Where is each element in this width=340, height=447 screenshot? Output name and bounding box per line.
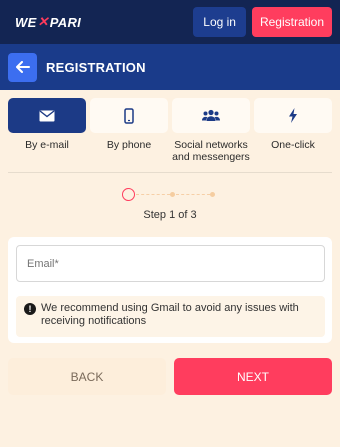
- envelope-icon: [39, 109, 55, 121]
- users-icon: [202, 109, 220, 121]
- step-connector-1: [136, 194, 170, 195]
- method-social[interactable]: Social networks and messengers: [172, 98, 250, 163]
- logo-x-icon: ✕: [37, 14, 49, 29]
- email-field[interactable]: [16, 245, 325, 282]
- method-email[interactable]: By e-mail: [8, 98, 86, 163]
- title-bar: REGISTRATION: [0, 44, 340, 90]
- method-social-label: Social networks and messengers: [172, 139, 250, 163]
- logo-text-pari: PARI: [49, 14, 82, 30]
- method-phone[interactable]: By phone: [90, 98, 168, 163]
- lightning-icon: [289, 108, 297, 123]
- top-bar: WE ✕ PARI Log in Registration: [0, 0, 340, 44]
- gmail-notice: ! We recommend using Gmail to avoid any …: [16, 296, 325, 337]
- logo[interactable]: WE ✕ PARI: [15, 14, 193, 30]
- step-3-dot: [210, 192, 215, 197]
- method-one-click-tile[interactable]: [254, 98, 332, 133]
- method-phone-tile[interactable]: [90, 98, 168, 133]
- back-arrow-button[interactable]: [8, 52, 37, 82]
- method-social-tile[interactable]: [172, 98, 250, 133]
- step-2-dot: [170, 192, 175, 197]
- login-button[interactable]: Log in: [193, 7, 246, 37]
- method-phone-label: By phone: [106, 139, 152, 151]
- method-email-tile[interactable]: [8, 98, 86, 133]
- method-one-click-label: One-click: [271, 139, 315, 151]
- info-icon: !: [24, 303, 36, 315]
- back-button[interactable]: BACK: [8, 358, 166, 395]
- registration-form-card: ! We recommend using Gmail to avoid any …: [8, 237, 332, 343]
- method-one-click[interactable]: One-click: [254, 98, 332, 163]
- logo-text-we: WE: [15, 14, 37, 30]
- next-button[interactable]: NEXT: [174, 358, 332, 395]
- step-text: Step 1 of 3: [143, 209, 197, 221]
- step-1-circle: [122, 188, 135, 201]
- method-email-label: By e-mail: [25, 139, 69, 151]
- page-title: REGISTRATION: [46, 59, 146, 75]
- step-indicator: [122, 188, 222, 202]
- registration-methods: By e-mail By phone Social networks and m…: [8, 98, 332, 163]
- registration-button[interactable]: Registration: [251, 7, 332, 37]
- arrow-left-icon: [15, 61, 30, 73]
- divider: [8, 172, 332, 173]
- phone-icon: [124, 107, 134, 124]
- notice-text: We recommend using Gmail to avoid any is…: [41, 302, 299, 327]
- step-connector-2: [176, 194, 210, 195]
